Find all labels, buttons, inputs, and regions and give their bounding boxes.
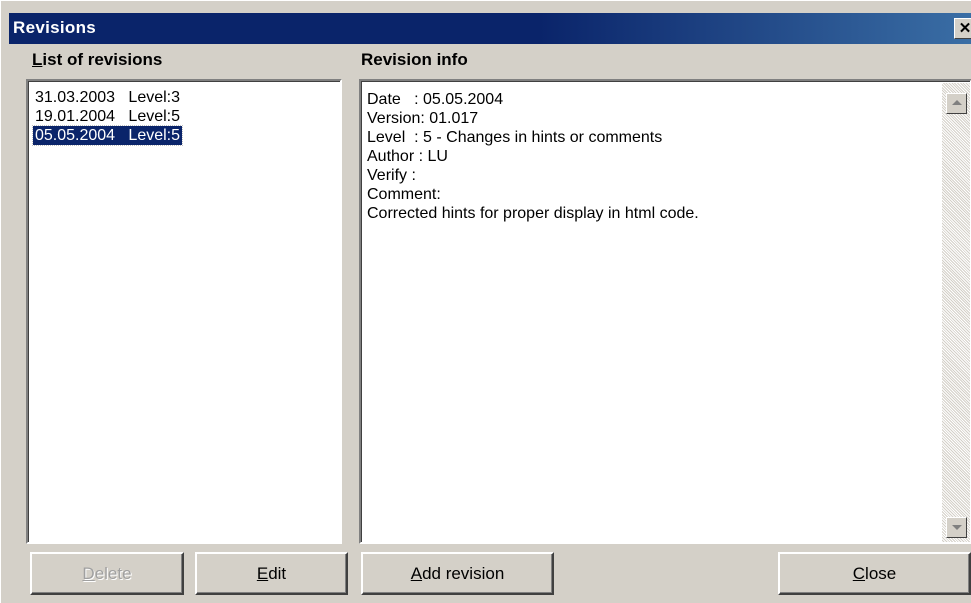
close-button[interactable]: Close — [778, 552, 971, 595]
delete-label: elete — [94, 564, 132, 583]
close-icon[interactable]: ✕ — [954, 18, 971, 39]
info-date: Date : 05.05.2004 — [367, 91, 504, 108]
arrow-up-icon — [952, 100, 962, 105]
list-label-mnemonic: L — [32, 50, 43, 69]
close-mnemonic: C — [852, 564, 866, 583]
info-level: Level : 5 - Changes in hints or comments — [367, 129, 663, 146]
edit-label: dit — [268, 564, 287, 583]
window-title: Revisions — [13, 18, 97, 37]
revisions-listbox[interactable]: 31.03.2003 Level:3 19.01.2004 Level:5 05… — [26, 79, 342, 544]
list-item[interactable]: 31.03.2003 Level:3 — [33, 88, 182, 107]
close-label: lose — [865, 564, 897, 583]
arrow-down-icon — [952, 525, 962, 530]
info-comment-label: Comment: — [367, 186, 441, 203]
add-revision-button[interactable]: Add revision — [361, 552, 554, 595]
list-item[interactable]: 19.01.2004 Level:5 — [33, 107, 182, 126]
title-bar[interactable]: Revisions ✕ — [9, 13, 971, 44]
revision-info-label: Revision info — [361, 50, 468, 69]
add-revision-mnemonic: A — [410, 564, 423, 583]
scroll-down-button[interactable] — [946, 517, 967, 538]
info-author: Author : LU — [367, 148, 448, 165]
edit-button[interactable]: Edit — [195, 552, 348, 595]
revisions-dialog: Revisions ✕ List of revisions Revision i… — [0, 0, 971, 603]
list-label-text: ist of revisions — [42, 50, 163, 69]
list-item-selected[interactable]: 05.05.2004 Level:5 — [31, 125, 184, 146]
info-version: Version: 01.017 — [367, 110, 479, 127]
vertical-scrollbar[interactable] — [942, 83, 970, 542]
add-revision-label: dd revision — [422, 564, 505, 583]
revision-info-textbox[interactable]: Date : 05.05.2004 Version: 01.017 Level … — [359, 79, 971, 544]
info-comment-text: Corrected hints for proper display in ht… — [367, 205, 699, 222]
delete-button[interactable]: Delete — [30, 552, 184, 595]
edit-mnemonic: E — [256, 564, 269, 583]
list-of-revisions-label: List of revisions — [32, 50, 162, 70]
info-verify: Verify : — [367, 167, 416, 184]
scroll-up-button[interactable] — [946, 93, 967, 114]
delete-mnemonic: D — [82, 564, 95, 583]
